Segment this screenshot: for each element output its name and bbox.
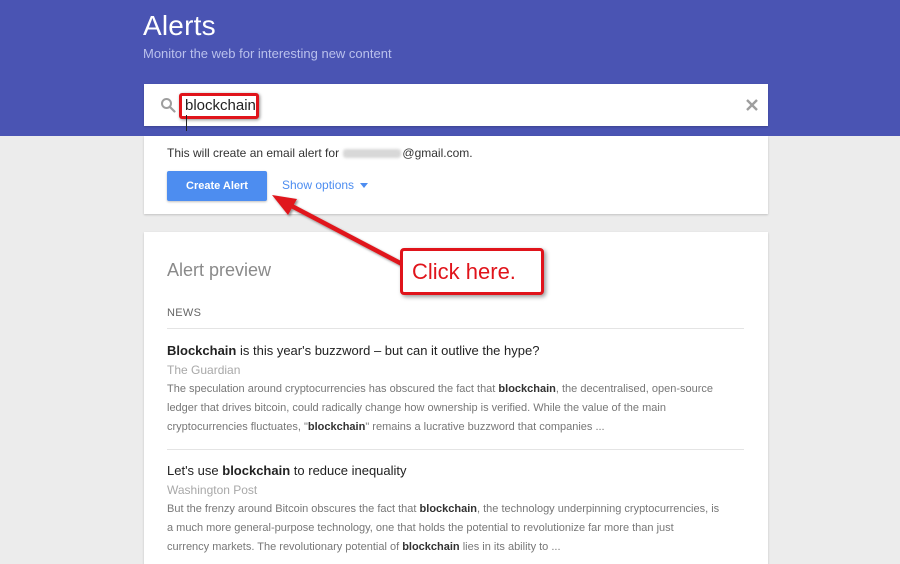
app-subtitle: Monitor the web for interesting new cont… xyxy=(143,46,392,61)
news-article[interactable]: Let's use blockchain to reduce inequalit… xyxy=(167,462,747,557)
close-icon[interactable] xyxy=(744,97,760,113)
chevron-down-icon xyxy=(360,183,369,189)
create-alert-button[interactable]: Create Alert xyxy=(167,171,267,201)
divider xyxy=(167,449,744,450)
show-options-label: Show options xyxy=(282,178,355,192)
article-title[interactable]: Blockchain is this year's buzzword – but… xyxy=(167,342,747,359)
news-article[interactable]: Blockchain is this year's buzzword – but… xyxy=(167,342,747,437)
search-highlight-box: blockchain xyxy=(179,93,259,132)
article-snippet: But the frenzy around Bitcoin obscures t… xyxy=(167,503,720,553)
redacted-email xyxy=(343,149,402,159)
news-section-label: NEWS xyxy=(167,307,202,319)
article-title[interactable]: Let's use blockchain to reduce inequalit… xyxy=(167,462,747,479)
alert-search-bar[interactable]: blockchain xyxy=(144,84,768,132)
callout-text: Click here. xyxy=(412,259,516,284)
email-note: This will create an email alert for @gma… xyxy=(167,146,473,160)
text-cursor xyxy=(186,115,187,132)
email-note-prefix: This will create an email alert for xyxy=(167,146,340,160)
app-title: Alerts xyxy=(143,10,216,41)
divider xyxy=(167,328,744,329)
search-icon xyxy=(161,98,176,113)
create-alert-card: This will create an email alert for @gma… xyxy=(144,136,768,214)
preview-title: Alert preview xyxy=(167,260,272,280)
email-note-suffix: @gmail.com. xyxy=(402,146,473,160)
search-input[interactable]: blockchain xyxy=(185,97,256,132)
article-source: The Guardian xyxy=(167,363,241,377)
article-source: Washington Post xyxy=(167,483,258,497)
show-options-link[interactable]: Show options xyxy=(282,178,369,192)
click-here-callout: Click here. xyxy=(400,248,544,295)
article-snippet: The speculation around cryptocurrencies … xyxy=(167,383,714,433)
